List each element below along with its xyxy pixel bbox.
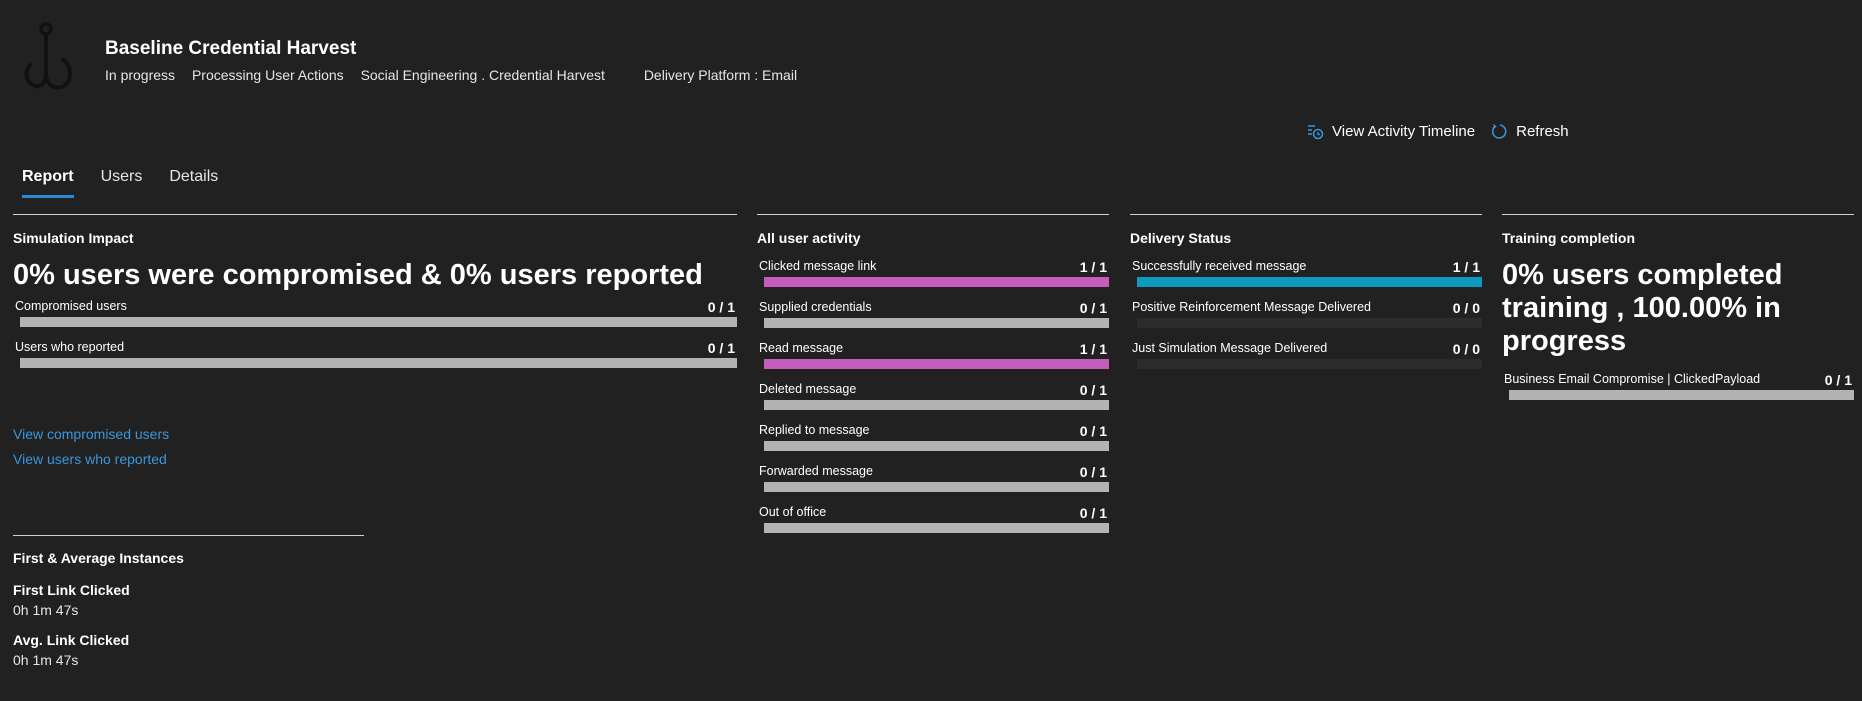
impact-headline: 0% users were compromised & 0% users rep… (13, 259, 703, 291)
metric-bar (764, 400, 1109, 410)
metric-bar (20, 358, 737, 368)
metric-label: Business Email Compromise | ClickedPaylo… (1504, 372, 1761, 386)
header-actions: View Activity Timeline Refresh (1307, 123, 1569, 140)
metric-label: Replied to message (759, 423, 870, 437)
metric-bar (764, 318, 1109, 328)
instances-title: First & Average Instances (13, 550, 184, 566)
simulation-impact-card: Simulation Impact 0% users were compromi… (13, 214, 737, 467)
metric-bar (764, 482, 1109, 492)
metric-row: Out of office 0 / 1 (757, 501, 1109, 542)
metric-compromised-users: Compromised users 0 / 1 (13, 295, 737, 336)
training-list: Business Email Compromise | ClickedPaylo… (1502, 368, 1854, 409)
view-activity-timeline-button[interactable]: View Activity Timeline (1307, 123, 1475, 140)
metric-bar (20, 317, 737, 327)
stage-text: Processing User Actions (191, 67, 344, 83)
refresh-label: Refresh (1516, 123, 1569, 140)
metric-users-reported: Users who reported 0 / 1 (13, 336, 737, 377)
platform-text: Delivery Platform : Email (643, 67, 798, 83)
first-link-label: First Link Clicked (13, 582, 130, 598)
metric-label: Compromised users (15, 299, 127, 313)
metric-label: Users who reported (15, 340, 125, 354)
metric-row: Positive Reinforcement Message Delivered… (1130, 296, 1482, 337)
view-users-who-reported-link[interactable]: View users who reported (13, 451, 737, 467)
section-divider (13, 535, 364, 536)
tab-report[interactable]: Report (22, 168, 74, 198)
simulation-impact-title: Simulation Impact (13, 230, 134, 246)
metric-value: 0 / 0 (1452, 341, 1480, 357)
metric-bar (1509, 390, 1854, 400)
metric-row: Just Simulation Message Delivered 0 / 0 (1130, 337, 1482, 378)
metric-value: 0 / 1 (1079, 464, 1107, 480)
training-completion-card: Training completion 0% users completed t… (1502, 214, 1854, 409)
metric-value: 0 / 1 (1824, 372, 1852, 388)
metric-label: Forwarded message (759, 464, 873, 478)
metric-bar-fill (1137, 277, 1482, 287)
training-headline: 0% users completed training , 100.00% in… (1502, 259, 1783, 357)
metric-bar-fill (764, 277, 1109, 287)
metric-label: Just Simulation Message Delivered (1132, 341, 1328, 355)
refresh-icon (1492, 124, 1507, 139)
metric-bar (1137, 359, 1482, 369)
metric-bar-fill (764, 359, 1109, 369)
metric-value: 0 / 1 (1079, 300, 1107, 316)
first-link-value: 0h 1m 47s (13, 602, 79, 618)
user-activity-title: All user activity (757, 230, 861, 246)
metric-bar (764, 523, 1109, 533)
training-completion-title: Training completion (1502, 230, 1636, 246)
metric-bar (764, 359, 1109, 369)
tab-details[interactable]: Details (169, 168, 218, 198)
tab-bar: Report Users Details (22, 168, 245, 198)
view-activity-timeline-label: View Activity Timeline (1332, 123, 1476, 140)
metric-row: Clicked message link 1 / 1 (757, 255, 1109, 296)
metric-row: Forwarded message 0 / 1 (757, 460, 1109, 501)
technique-text: Social Engineering . Credential Harvest (360, 67, 605, 83)
delivery-status-card: Delivery Status Successfully received me… (1130, 214, 1482, 378)
status-text: In progress (105, 67, 176, 83)
metric-label: Successfully received message (1132, 259, 1307, 273)
metric-row: Supplied credentials 0 / 1 (757, 296, 1109, 337)
metric-row: Deleted message 0 / 1 (757, 378, 1109, 419)
metric-value: 1 / 1 (1079, 341, 1107, 357)
simulation-title: Baseline Credential Harvest (105, 38, 357, 59)
metric-value: 0 / 1 (1079, 382, 1107, 398)
metric-value: 0 / 1 (1079, 423, 1107, 439)
metric-label: Deleted message (759, 382, 857, 396)
refresh-button[interactable]: Refresh (1491, 123, 1569, 140)
hook-icon (24, 22, 73, 90)
metric-bar (1137, 277, 1482, 287)
metric-value: 0 / 1 (707, 299, 735, 315)
metric-bar (1137, 318, 1482, 328)
metric-label: Clicked message link (759, 259, 877, 273)
metric-value: 0 / 1 (1079, 505, 1107, 521)
user-activity-card: All user activity Clicked message link 1 … (757, 214, 1109, 542)
user-activity-list: Clicked message link 1 / 1 Supplied creden… (757, 255, 1109, 542)
delivery-status-title: Delivery Status (1130, 230, 1232, 246)
metric-bar (764, 441, 1109, 451)
metric-row: Replied to message 0 / 1 (757, 419, 1109, 460)
metric-value: 1 / 1 (1452, 259, 1480, 275)
metric-row: Read message 1 / 1 (757, 337, 1109, 378)
first-link-clicked: First Link Clicked 0h 1m 47s (13, 582, 130, 618)
metric-row: Successfully received message 1 / 1 (1130, 255, 1482, 296)
metric-label: Positive Reinforcement Message Delivered (1132, 300, 1371, 314)
metric-label: Out of office (759, 505, 827, 519)
avg-link-value: 0h 1m 47s (13, 652, 79, 668)
metric-value: 0 / 1 (707, 340, 735, 356)
avg-link-label: Avg. Link Clicked (13, 632, 130, 648)
simulation-meta: In progress Processing User Actions Soci… (105, 67, 810, 83)
metric-label: Read message (759, 341, 844, 355)
metric-bar (764, 277, 1109, 287)
metric-value: 1 / 1 (1079, 259, 1107, 275)
avg-link-clicked: Avg. Link Clicked 0h 1m 47s (13, 632, 129, 668)
metric-value: 0 / 0 (1452, 300, 1480, 316)
view-compromised-users-link[interactable]: View compromised users (13, 426, 737, 442)
delivery-status-list: Successfully received message 1 / 1 Positi… (1130, 255, 1482, 378)
metric-label: Supplied credentials (759, 300, 872, 314)
metric-row: Business Email Compromise | ClickedPaylo… (1502, 368, 1854, 409)
timeline-icon (1308, 124, 1324, 139)
tab-users[interactable]: Users (101, 168, 143, 198)
